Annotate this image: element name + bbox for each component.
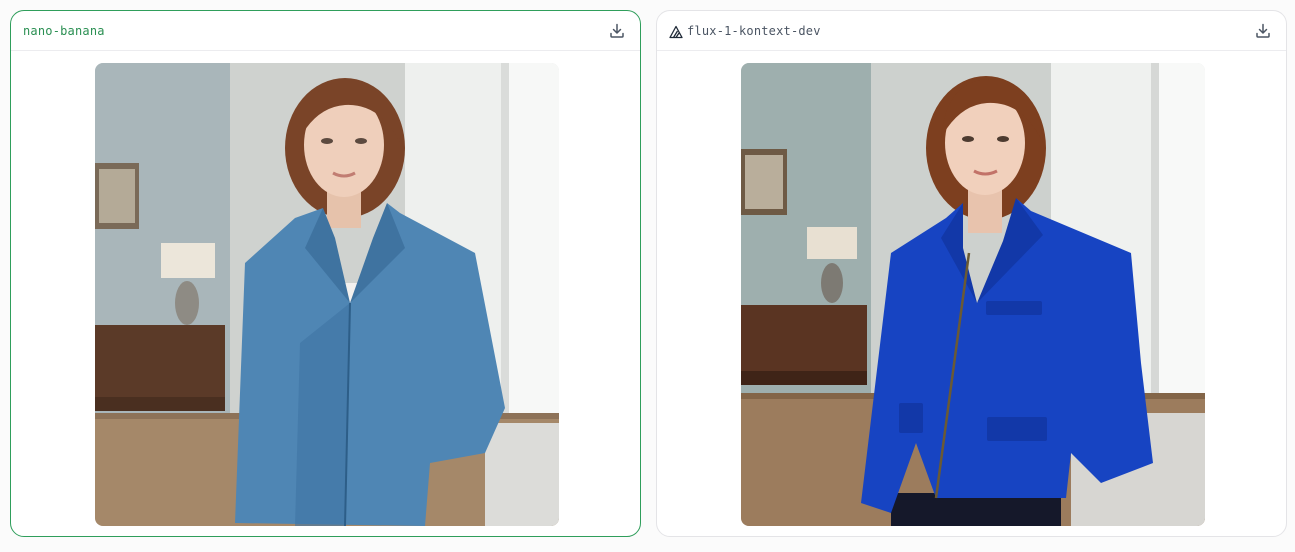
generated-image[interactable] [95,63,559,526]
generated-image-graphic [741,63,1205,526]
generated-image-graphic [95,63,559,526]
generated-image[interactable] [741,63,1205,526]
download-icon [1256,23,1270,38]
download-icon [610,23,624,38]
model-name-label: nano-banana [23,24,105,38]
download-button[interactable] [608,22,626,40]
download-button[interactable] [1254,22,1272,40]
model-result-card-flux-1-kontext-dev[interactable]: flux-1-kontext-dev [656,10,1287,537]
comparison-grid: nano-banana flux-1-kontext-dev [0,0,1295,552]
card-header: nano-banana [11,11,640,51]
model-result-card-nano-banana[interactable]: nano-banana [10,10,641,537]
card-header: flux-1-kontext-dev [657,11,1286,51]
triangle-logo-icon [669,24,683,39]
model-name-label: flux-1-kontext-dev [687,24,821,38]
